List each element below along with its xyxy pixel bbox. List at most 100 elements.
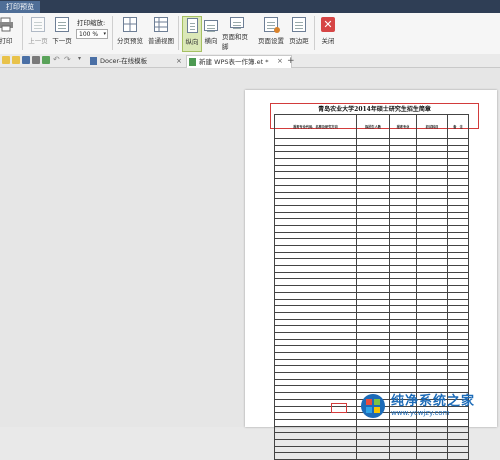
table-row bbox=[274, 184, 469, 193]
table-cell bbox=[389, 231, 417, 240]
folder-icon[interactable] bbox=[2, 56, 10, 64]
table-cell bbox=[389, 211, 417, 220]
table-cell bbox=[416, 325, 448, 333]
print-quick-icon[interactable] bbox=[32, 56, 40, 64]
ribbon-divider bbox=[314, 16, 315, 50]
prev-page-button[interactable]: 上一页 bbox=[27, 17, 49, 51]
prev-page-icon bbox=[31, 17, 45, 32]
table-cell bbox=[447, 251, 469, 260]
header-footer-button[interactable]: 页面和页脚 bbox=[222, 17, 252, 51]
table-row bbox=[274, 224, 469, 233]
quick-access-dropdown-icon[interactable]: ▾ bbox=[78, 55, 81, 62]
table-cell bbox=[356, 365, 390, 374]
tab-close-icon[interactable]: × bbox=[176, 55, 182, 67]
table-cell bbox=[447, 245, 469, 253]
table-cell bbox=[274, 191, 357, 200]
table-row bbox=[274, 211, 469, 220]
table-cell bbox=[389, 325, 417, 333]
margins-button[interactable]: 页边距 bbox=[288, 17, 310, 51]
table-row bbox=[274, 238, 469, 246]
table-cell bbox=[389, 425, 417, 434]
table-cell bbox=[416, 258, 448, 267]
table-cell bbox=[356, 151, 390, 160]
table-cell bbox=[416, 298, 448, 307]
table-cell bbox=[389, 184, 417, 193]
table-cell bbox=[389, 238, 417, 246]
preview-workspace: 青岛农业大学2014年硕士研究生招生简章 报考专业代码、名称及研究方向 拟招生人… bbox=[0, 68, 500, 460]
table-row bbox=[274, 278, 469, 287]
normal-view-button[interactable]: 普通视图 bbox=[147, 17, 175, 51]
print-button[interactable]: 打印 bbox=[0, 17, 16, 51]
table-cell bbox=[356, 191, 390, 200]
portrait-label: 纵向 bbox=[185, 38, 199, 46]
page-setup-button[interactable]: 页面设置 bbox=[257, 17, 285, 51]
table-cell bbox=[447, 271, 469, 280]
table-row bbox=[274, 151, 469, 160]
table-cell bbox=[389, 171, 417, 180]
table-cell bbox=[389, 445, 417, 454]
table-cell bbox=[356, 271, 390, 280]
table-cell bbox=[447, 445, 469, 454]
table-cell bbox=[389, 452, 417, 460]
landscape-icon bbox=[204, 20, 218, 31]
table-cell bbox=[447, 425, 469, 434]
printer-icon bbox=[0, 17, 13, 32]
table-cell bbox=[274, 184, 357, 193]
undo-icon[interactable]: ↶ bbox=[53, 55, 60, 64]
table-cell bbox=[356, 298, 390, 307]
table-cell bbox=[389, 218, 417, 226]
table-cell bbox=[416, 251, 448, 260]
table-cell bbox=[416, 452, 448, 460]
landscape-button[interactable]: 横向 bbox=[202, 17, 220, 51]
open-icon[interactable] bbox=[12, 56, 20, 64]
table-row bbox=[274, 198, 469, 206]
table-row bbox=[274, 191, 469, 200]
table-cell bbox=[447, 372, 469, 380]
table-cell bbox=[416, 164, 448, 173]
table-cell bbox=[389, 345, 417, 353]
margins-label: 页边距 bbox=[289, 37, 309, 45]
next-page-button[interactable]: 下一页 bbox=[51, 17, 73, 51]
table-cell bbox=[416, 331, 448, 340]
ribbon-divider bbox=[178, 16, 179, 50]
tab-close-icon[interactable]: × bbox=[277, 55, 283, 67]
prev-page-label: 上一页 bbox=[28, 37, 48, 45]
tab-docer-templates[interactable]: Docer-在线模板 bbox=[88, 55, 190, 67]
table-cell bbox=[274, 305, 357, 313]
new-tab-plus-icon[interactable]: + bbox=[287, 55, 295, 67]
table-cell bbox=[447, 218, 469, 226]
table-cell bbox=[356, 358, 390, 367]
close-button[interactable]: ✕ 关闭 bbox=[318, 17, 338, 51]
table-cell bbox=[416, 211, 448, 220]
portrait-button[interactable]: 纵向 bbox=[182, 16, 202, 52]
table-row bbox=[274, 378, 469, 387]
table-row bbox=[274, 298, 469, 307]
table-cell bbox=[416, 158, 448, 166]
table-row bbox=[274, 251, 469, 260]
document-tab-bar: ↶ ↷ ▾ Docer-在线模板 × 新建 WPS表一作簿.et * × + bbox=[0, 54, 500, 68]
zoom-select[interactable]: 100 % ▾ bbox=[76, 29, 108, 39]
table-row bbox=[274, 245, 469, 253]
table-cell bbox=[416, 191, 448, 200]
save-icon[interactable] bbox=[22, 56, 30, 64]
table-cell bbox=[356, 452, 390, 460]
table-cell bbox=[356, 144, 390, 153]
table-cell bbox=[389, 245, 417, 253]
page-preview-button[interactable]: 分页预览 bbox=[116, 17, 144, 51]
table-cell bbox=[447, 151, 469, 160]
redo-icon[interactable]: ↷ bbox=[64, 55, 71, 64]
table-cell bbox=[416, 138, 448, 146]
column-header: 报考专业 bbox=[389, 114, 417, 139]
landscape-label: 横向 bbox=[204, 37, 218, 45]
tab-label: 新建 WPS表一作簿.et * bbox=[199, 58, 269, 66]
table-cell bbox=[274, 372, 357, 380]
export-icon[interactable] bbox=[42, 56, 50, 64]
table-header-row: 报考专业代码、名称及研究方向 拟招生人数 报考专业 初试科目 备 注 bbox=[274, 114, 469, 139]
table-cell bbox=[274, 392, 357, 400]
tab-label: Docer-在线模板 bbox=[100, 57, 148, 65]
table-cell bbox=[389, 372, 417, 380]
table-cell bbox=[274, 218, 357, 226]
table-cell bbox=[274, 325, 357, 333]
table-cell bbox=[274, 438, 357, 447]
table-cell bbox=[356, 211, 390, 220]
